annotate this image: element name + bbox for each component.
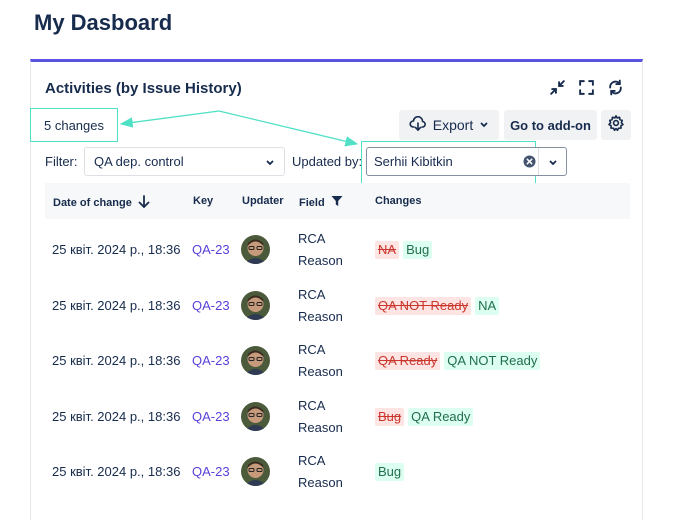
date-of-change: 25 квіт. 2024 р., 18:36 xyxy=(52,297,181,313)
date-of-change: 25 квіт. 2024 р., 18:36 xyxy=(52,464,181,479)
column-label: Updater xyxy=(242,195,284,207)
column-date-of-change[interactable]: Date of change xyxy=(53,195,150,211)
old-value-lozenge: NA xyxy=(375,241,400,259)
avatar[interactable] xyxy=(241,290,270,320)
table-header: Date of change Key Updater Field Changes xyxy=(45,183,630,219)
field-name-line: RCA xyxy=(298,453,326,468)
changes: QA NOT Ready NA xyxy=(375,296,500,315)
filter-value: QA dep. control xyxy=(94,154,184,169)
field-name-line: Reason xyxy=(298,419,343,435)
filter-funnel-icon[interactable] xyxy=(331,195,343,210)
changes: Bug QA Ready xyxy=(375,407,474,426)
new-value-lozenge: NA xyxy=(475,296,500,315)
field-name-line: Reason xyxy=(298,364,343,379)
widget-actions xyxy=(549,79,624,96)
avatar[interactable] xyxy=(241,457,270,486)
field-name-line: Reason xyxy=(298,253,343,268)
updated-by-select[interactable]: Serhii Kibitkin xyxy=(366,147,567,176)
column-label: Field xyxy=(299,196,325,209)
new-value-lozenge: Bug xyxy=(403,241,433,259)
table-row: 25 квіт. 2024 р., 18:36 QA-23 RCA Reason… xyxy=(45,333,630,389)
field-name-line: RCA xyxy=(298,231,326,246)
widget-title: Activities (by Issue History) xyxy=(45,80,242,97)
field-name: RCA Reason xyxy=(298,339,358,383)
cloud-download-icon xyxy=(409,115,427,135)
column-label: Date of change xyxy=(53,197,132,209)
changes: Bug xyxy=(375,463,405,481)
column-changes[interactable]: Changes xyxy=(375,195,421,207)
date-of-change: 25 квіт. 2024 р., 18:36 xyxy=(52,408,181,424)
settings-button[interactable] xyxy=(601,110,631,140)
avatar[interactable] xyxy=(241,346,270,375)
field-name: RCA Reason xyxy=(298,395,358,439)
table-row: 25 квіт. 2024 р., 18:36 QA-23 RCA Reason… xyxy=(45,444,630,500)
date-of-change: 25 квіт. 2024 р., 18:36 xyxy=(52,353,181,368)
change-count: 5 changes xyxy=(30,108,118,142)
new-value-lozenge: Bug xyxy=(375,463,405,481)
issue-key-link[interactable]: QA-23 xyxy=(192,464,230,479)
arrow-down-icon xyxy=(138,195,150,211)
column-updater[interactable]: Updater xyxy=(242,195,284,207)
field-name: RCA Reason xyxy=(298,450,358,494)
page-title: My Dasboard xyxy=(34,10,173,35)
filter-label: Filter: xyxy=(45,154,78,169)
updated-by-label: Updated by: xyxy=(292,154,363,169)
field-name-line: Reason xyxy=(298,308,343,324)
field-name-line: Reason xyxy=(298,475,343,490)
field-name-line: RCA xyxy=(298,286,326,302)
chevron-down-icon xyxy=(265,156,275,171)
export-label: Export xyxy=(432,117,474,133)
avatar[interactable] xyxy=(241,235,270,264)
field-name-line: RCA xyxy=(298,342,326,357)
chevron-down-icon xyxy=(479,117,489,133)
issue-key-link[interactable]: QA-23 xyxy=(192,353,230,368)
new-value-lozenge: QA NOT Ready xyxy=(444,352,541,370)
column-label: Key xyxy=(193,195,214,207)
avatar[interactable] xyxy=(241,401,270,431)
issue-key-link[interactable]: QA-23 xyxy=(192,409,230,424)
field-name: RCA Reason xyxy=(298,228,358,272)
old-value-lozenge: QA NOT Ready xyxy=(375,296,472,315)
date-of-change: 25 квіт. 2024 р., 18:36 xyxy=(52,242,181,257)
field-name-line: RCA xyxy=(298,397,326,413)
new-value-lozenge: QA Ready xyxy=(408,407,474,426)
issue-key-link[interactable]: QA-23 xyxy=(192,242,230,257)
chevron-down-icon[interactable] xyxy=(548,156,558,171)
updated-by-value: Serhii Kibitkin xyxy=(374,154,453,169)
column-field[interactable]: Field xyxy=(299,195,343,210)
filter-select[interactable]: QA dep. control xyxy=(84,147,285,176)
refresh-icon[interactable] xyxy=(607,79,624,96)
gear-icon xyxy=(607,114,625,137)
column-key[interactable]: Key xyxy=(193,195,213,207)
fullscreen-icon[interactable] xyxy=(578,79,595,96)
table-row: 25 квіт. 2024 р., 18:36 QA-23 RCA Reason… xyxy=(45,222,630,278)
field-name: RCA Reason xyxy=(298,284,358,328)
old-value-lozenge: QA Ready xyxy=(375,352,441,370)
clear-icon[interactable] xyxy=(523,155,536,168)
old-value-lozenge: Bug xyxy=(375,407,405,426)
collapse-icon[interactable] xyxy=(549,79,566,96)
export-button[interactable]: Export xyxy=(399,110,499,140)
table-row: 25 квіт. 2024 р., 18:36 QA-23 RCA Reason… xyxy=(45,389,630,445)
go-to-addon-button[interactable]: Go to add-on xyxy=(504,110,597,140)
table-row: 25 квіт. 2024 р., 18:36 QA-23 RCA Reason… xyxy=(45,278,630,334)
changes: QA Ready QA NOT Ready xyxy=(375,352,541,370)
changes: NA Bug xyxy=(375,241,433,259)
divider xyxy=(538,148,539,175)
activities-widget: Activities (by Issue History) 5 changes xyxy=(30,59,643,520)
issue-key-link[interactable]: QA-23 xyxy=(192,298,230,313)
column-label: Changes xyxy=(375,195,422,207)
